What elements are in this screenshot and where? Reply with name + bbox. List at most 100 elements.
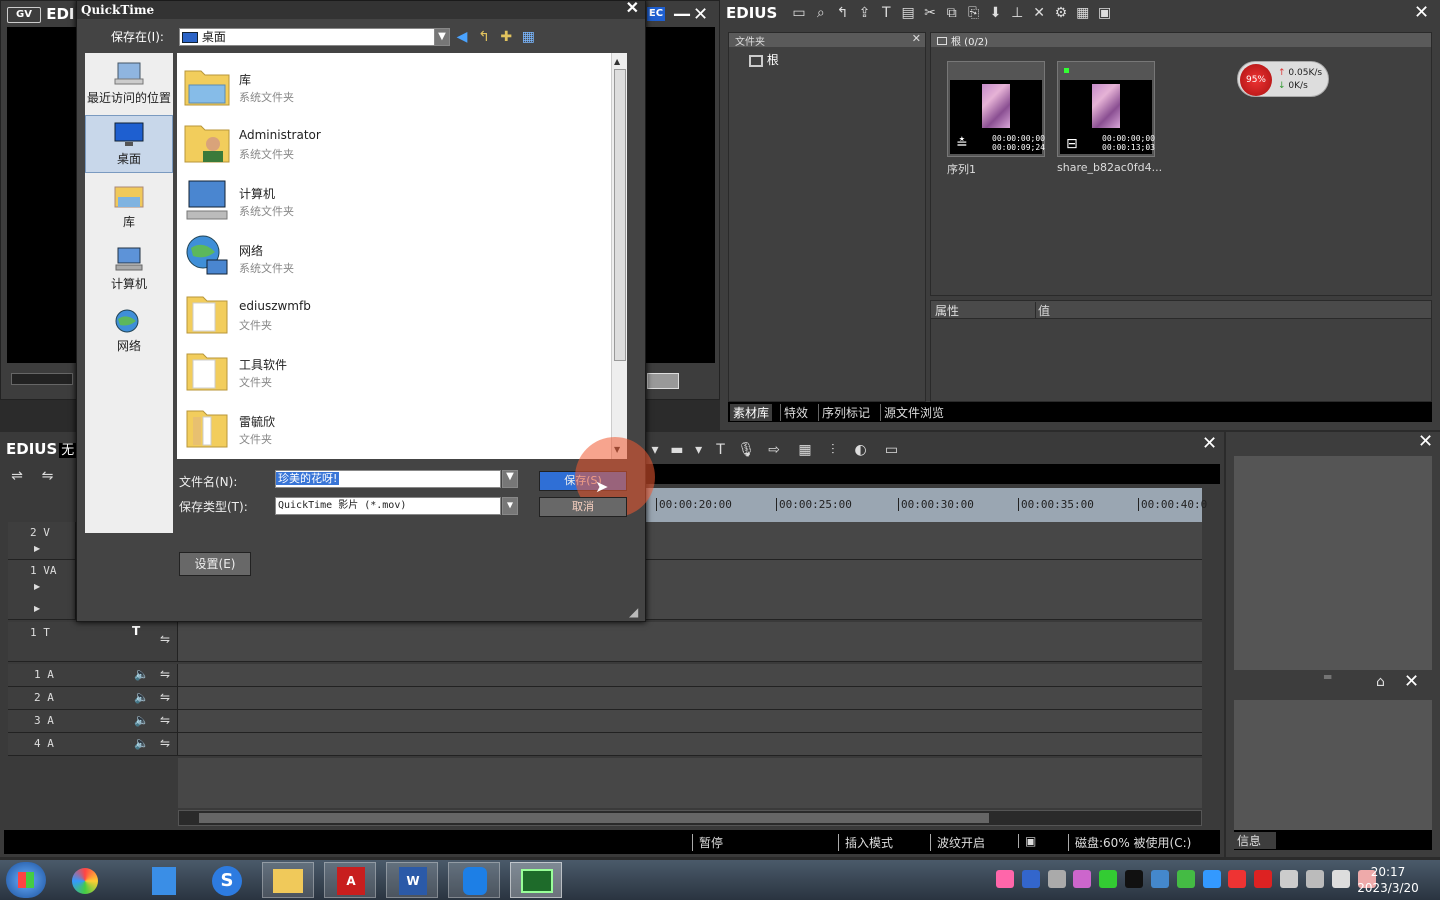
scroll-thumb[interactable]: [614, 69, 626, 361]
info-close2-icon[interactable]: ✕: [1404, 672, 1419, 692]
volume-icon[interactable]: [1280, 870, 1299, 888]
sync-icon[interactable]: ⇋: [160, 667, 170, 681]
properties-icon[interactable]: ⚙: [1052, 5, 1070, 21]
filename-input[interactable]: 珍美的花呀! ▼: [275, 470, 518, 488]
place-library[interactable]: 库: [85, 179, 173, 237]
speaker-icon[interactable]: 🔈: [134, 736, 149, 750]
status-insert-mode[interactable]: 插入模式: [838, 834, 893, 851]
tray-app-icon[interactable]: [996, 870, 1014, 888]
filetype-select[interactable]: QuickTime 影片 (*.mov) ▼: [275, 497, 518, 515]
info-pin-icon[interactable]: ⌂: [1376, 674, 1385, 690]
save-in-select[interactable]: 桌面 ▼: [179, 28, 450, 46]
tab-effects[interactable]: 特效: [780, 404, 811, 421]
wechat-icon[interactable]: [1099, 870, 1118, 888]
taskbar-app-doc[interactable]: [140, 862, 190, 898]
sync-icon[interactable]: ⇋: [160, 713, 170, 727]
taskbar-app-autocad[interactable]: A: [324, 862, 376, 898]
player-minimize-icon[interactable]: —: [673, 5, 691, 25]
track-row[interactable]: 1 A 🔈 ⇋: [8, 664, 1202, 687]
tray-app-icon[interactable]: [1254, 870, 1273, 888]
track-row[interactable]: 2 A 🔈 ⇋: [8, 687, 1202, 710]
list-item[interactable]: Administrator 系统文件夹: [181, 114, 601, 170]
tray-app-icon[interactable]: [1202, 870, 1221, 888]
place-recent[interactable]: 最近访问的位置: [85, 55, 173, 113]
import-icon[interactable]: ⇪: [855, 5, 873, 21]
splitter-handle[interactable]: ═: [1324, 670, 1331, 684]
folder-icon[interactable]: ▭: [790, 5, 808, 21]
info-close-icon[interactable]: ✕: [1418, 432, 1433, 452]
new-folder-icon[interactable]: ✚: [497, 29, 515, 45]
resize-grip-icon[interactable]: ◢: [629, 605, 638, 619]
dropdown-icon[interactable]: ▾: [650, 442, 660, 458]
cancel-button[interactable]: 取消: [539, 497, 627, 517]
title-icon[interactable]: T: [877, 5, 895, 21]
tray-app-icon[interactable]: [1305, 870, 1324, 888]
clip-thumbnail[interactable]: ⊟ 00:00:00;00 00:00:13;03: [1057, 61, 1155, 157]
qq-icon[interactable]: [1228, 870, 1247, 888]
delete-icon[interactable]: ✕: [1030, 5, 1048, 21]
clip-thumbnail[interactable]: ≛ 00:00:00;00 00:00:09;24: [947, 61, 1045, 157]
tab-sequence-markers[interactable]: 序列标记: [818, 404, 873, 421]
network-speed-widget[interactable]: 95% ↑ 0.05K/s ↓ 0K/s: [1237, 61, 1329, 97]
tray-app-icon[interactable]: [1176, 870, 1195, 888]
timeline-close-icon[interactable]: ✕: [1202, 434, 1217, 454]
tab-source-browser[interactable]: 源文件浏览: [880, 404, 947, 421]
list-item[interactable]: 网络 系统文件夹: [181, 228, 601, 284]
place-network[interactable]: 网络: [85, 303, 173, 361]
list-item[interactable]: 库 系统文件夹: [181, 57, 601, 113]
scroll-up-icon[interactable]: ▲: [614, 57, 620, 66]
back-icon[interactable]: ◀: [453, 29, 471, 45]
dropdown-icon[interactable]: ▾: [694, 442, 704, 458]
expand-icon[interactable]: ▶: [34, 544, 40, 553]
tab-info[interactable]: 信息: [1234, 832, 1276, 849]
player-scrubber[interactable]: [11, 373, 73, 385]
up-folder-icon[interactable]: ↰: [475, 29, 493, 45]
track-row[interactable]: 4 A 🔈 ⇋: [8, 733, 1202, 756]
color-icon[interactable]: ◐: [849, 442, 873, 458]
taskbar-app-colorful[interactable]: [60, 862, 110, 898]
output-icon[interactable]: ▭: [876, 442, 906, 458]
list-item[interactable]: 工具软件 文件夹: [181, 342, 601, 398]
cut-icon[interactable]: ✂: [921, 5, 939, 21]
list-item[interactable]: 雷毓欣 文件夹: [181, 399, 601, 455]
chevron-down-icon[interactable]: ▼: [502, 497, 518, 515]
taskbar-app-phone[interactable]: [448, 862, 500, 898]
folder-tree-close-icon[interactable]: ✕: [912, 32, 921, 45]
chevron-down-icon[interactable]: ▼: [434, 28, 450, 46]
player-close-icon[interactable]: ✕: [693, 5, 708, 25]
speaker-icon[interactable]: 🔈: [134, 690, 149, 704]
timeline-vscroll[interactable]: [1202, 522, 1218, 810]
settings-button[interactable]: 设置(E): [179, 552, 251, 576]
player-slider[interactable]: [647, 373, 679, 389]
microphone-icon[interactable]: 🎙: [737, 442, 755, 458]
taskbar-app-explorer[interactable]: [262, 862, 314, 898]
copy-icon[interactable]: ⧉: [943, 5, 961, 21]
start-button[interactable]: [6, 862, 46, 898]
status-monitor-icon[interactable]: ▣: [1018, 834, 1036, 848]
folder-root[interactable]: 根: [749, 51, 779, 68]
view-menu-icon[interactable]: ▦: [519, 29, 537, 45]
place-computer[interactable]: 计算机: [85, 241, 173, 299]
taskbar-app-sogou[interactable]: S: [202, 862, 252, 898]
mixer-icon[interactable]: ⫶: [821, 442, 845, 458]
track-sync-icon[interactable]: ⇋: [38, 468, 56, 484]
taskbar-app-word[interactable]: W: [386, 862, 438, 898]
tray-icon[interactable]: ▣: [1096, 5, 1114, 21]
sync-icon[interactable]: ⇋: [160, 632, 170, 646]
paste-icon[interactable]: ⎘: [965, 5, 983, 21]
view-icon[interactable]: ▦: [1074, 5, 1092, 21]
hscroll-thumb[interactable]: [199, 813, 989, 823]
dialog-close-icon[interactable]: ✕: [626, 0, 639, 17]
expand-icon[interactable]: ▶: [34, 582, 40, 591]
status-ripple[interactable]: 波纹开启: [930, 834, 985, 851]
grid-icon[interactable]: ▦: [793, 442, 817, 458]
clock[interactable]: 20:17 2023/3/20: [1356, 864, 1420, 896]
title-tool-icon[interactable]: T: [707, 442, 733, 458]
chevron-down-icon[interactable]: ▼: [502, 470, 518, 488]
sync-icon[interactable]: ⇋: [160, 736, 170, 750]
speaker-icon[interactable]: 🔈: [134, 667, 149, 681]
track-row[interactable]: 1 T T ⇋: [8, 622, 1202, 662]
timeline-ruler[interactable]: 00:00:20:00 00:00:25:00 00:00:30:00 00:0…: [646, 488, 1207, 522]
taskbar-app-edius[interactable]: [510, 862, 562, 898]
bin-close-icon[interactable]: ✕: [1414, 3, 1429, 23]
